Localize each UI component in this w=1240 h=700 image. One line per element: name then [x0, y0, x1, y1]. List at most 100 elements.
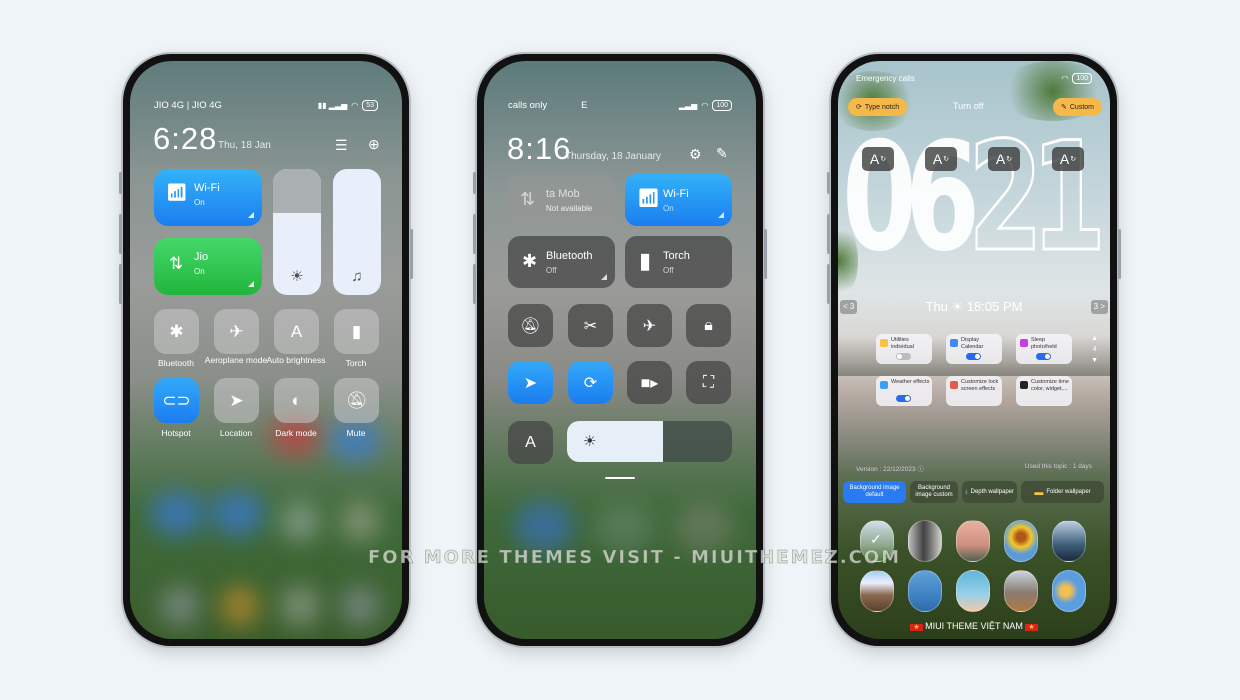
widget-toggle[interactable]	[896, 395, 911, 402]
widget-card[interactable]: Customize time color, widget,...	[1016, 376, 1072, 406]
airplane-icon: ✈	[642, 317, 657, 335]
wifi-state: On	[194, 198, 205, 207]
wallpaper-thumb[interactable]	[956, 570, 990, 612]
widget-toggle[interactable]	[896, 353, 911, 360]
wallpaper-thumb[interactable]	[1004, 520, 1038, 562]
wifi-tile[interactable]: 📶︎ Wi-Fi On	[625, 174, 732, 226]
hotspot-icon: ⊂⊃	[162, 390, 191, 410]
clock-digit: 2	[967, 111, 1044, 285]
auto-brightness-toggle[interactable]: A	[508, 421, 553, 464]
drag-handle[interactable]	[605, 477, 635, 479]
brightness-fill	[567, 421, 663, 462]
scan-toggle[interactable]: ⛶	[686, 361, 731, 404]
turn-off-button[interactable]: Turn off	[953, 101, 984, 111]
expand-icon[interactable]	[248, 281, 254, 287]
wallpaper-thumb[interactable]	[1052, 520, 1086, 562]
wallpaper-thumb[interactable]	[1052, 570, 1086, 612]
lock-toggle[interactable]: 🔒︎	[686, 304, 731, 347]
help-icon: ⓘ	[917, 466, 924, 473]
mute-toggle[interactable]: 🔕︎	[508, 304, 553, 347]
font-style-button[interactable]: A ↻	[925, 147, 957, 171]
wifi-icon: ◠	[1061, 73, 1069, 83]
aeroplane-toggle[interactable]: ✈	[627, 304, 672, 347]
refresh-icon: ⟳	[856, 104, 862, 111]
torch-label: Torch	[345, 358, 367, 368]
location-icon: ➤	[523, 374, 538, 392]
expand-icon[interactable]	[601, 274, 607, 280]
wallpaper-thumb[interactable]	[860, 570, 894, 612]
font-style-button[interactable]: A ↻	[862, 147, 894, 171]
status-bar: calls only E ▂▃▅ ◠ 100	[508, 98, 732, 112]
expand-icon[interactable]	[248, 212, 254, 218]
volume-slider[interactable]: ♫	[333, 169, 381, 295]
chevron-down-icon: ▼	[1091, 357, 1098, 364]
settings-icon[interactable]: ⚙	[689, 146, 702, 163]
refresh-icon: ↻	[1070, 156, 1077, 163]
widget-card[interactable]: Customize lock screen effects	[946, 376, 1002, 406]
download-icon: ⤓	[964, 488, 968, 495]
option-background-default[interactable]: Background image default	[843, 481, 906, 503]
add-icon[interactable]: ⊕	[368, 136, 380, 153]
music-note-icon: ♫	[351, 268, 363, 285]
auto-brightness-toggle[interactable]: A	[274, 309, 319, 354]
check-icon: ✓	[870, 531, 882, 547]
bluetooth-tile[interactable]: ✱ Bluetooth Off	[508, 236, 615, 288]
torch-tile[interactable]: ▮ Torch Off	[625, 236, 732, 288]
torch-toggle[interactable]: ▮	[334, 309, 379, 354]
status-bar: Emergency calls ◠ 100	[856, 71, 1092, 85]
location-toggle[interactable]: ➤	[508, 361, 553, 404]
location-toggle[interactable]: ➤	[214, 378, 259, 423]
hotspot-toggle[interactable]: ⊂⊃	[154, 378, 199, 423]
wallpaper-thumb[interactable]	[908, 520, 942, 562]
brightness-fill	[273, 169, 321, 214]
aeroplane-toggle[interactable]: ✈	[214, 309, 259, 354]
bluetooth-toggle[interactable]: ✱	[154, 309, 199, 354]
bluetooth-state: Off	[546, 266, 557, 275]
widget-card[interactable]: Display Calendar	[946, 334, 1002, 364]
wallpaper-thumb[interactable]	[1004, 570, 1038, 612]
mute-icon: 🔕︎	[345, 390, 368, 410]
option-depth-wallpaper[interactable]: ⤓ Depth wallpaper	[962, 481, 1017, 503]
mobile-data-tile[interactable]: ⇅ Jio On	[154, 238, 262, 295]
bluetooth-label: Bluetooth	[546, 250, 593, 262]
date: Thu, 18 Jan	[218, 140, 271, 151]
wifi-icon: 📶︎	[166, 183, 188, 202]
wifi-label: Wi-Fi	[194, 182, 220, 194]
screenshot-toggle[interactable]: ✂	[568, 304, 613, 347]
widget-toggle[interactable]	[966, 353, 981, 360]
status-bar: JIO 4G | JIO 4G ▮▮ ▂▃▅ ◠ 53	[154, 98, 378, 112]
wallpaper-thumb[interactable]	[956, 520, 990, 562]
expand-icon[interactable]	[718, 212, 724, 218]
wallpaper-thumb[interactable]	[908, 570, 942, 612]
widget-card[interactable]: Sleep photo/held	[1016, 334, 1072, 364]
refresh-icon: ↻	[880, 156, 887, 163]
carrier-label: JIO 4G | JIO 4G	[154, 99, 222, 111]
date: Thursday, 18 January	[565, 151, 661, 162]
lock-icon: 🔒︎	[704, 316, 713, 334]
brightness-slider[interactable]: ☀	[567, 421, 732, 462]
toggle-settings-icon[interactable]: ☰	[335, 137, 348, 154]
battery-icon: 100	[712, 99, 732, 111]
mobile-data-label: ta Mob	[546, 188, 580, 200]
option-folder-wallpaper[interactable]: ▬ Folder wallpaper	[1021, 481, 1104, 503]
mute-toggle[interactable]: 🔕︎	[334, 378, 379, 423]
bluetooth-icon: ✱	[169, 321, 184, 341]
font-style-button[interactable]: A ↻	[988, 147, 1020, 171]
widget-toggle[interactable]	[1036, 353, 1051, 360]
wifi-tile[interactable]: 📶︎ Wi-Fi On	[154, 169, 262, 226]
font-style-button[interactable]: A ↻	[1052, 147, 1084, 171]
mobile-data-tile[interactable]: ⇅ ta Mob Not available	[508, 174, 615, 226]
widget-card[interactable]: Weather effects	[876, 376, 932, 406]
rotation-lock-toggle[interactable]: ⟳	[568, 361, 613, 404]
dark-mode-toggle[interactable]: ◐	[274, 378, 319, 423]
widget-card[interactable]: Utilities individual	[876, 334, 932, 364]
airplane-icon: ✈	[229, 321, 244, 341]
screen-record-toggle[interactable]: ■▸	[627, 361, 672, 404]
brightness-slider[interactable]: ☀	[273, 169, 321, 295]
edit-icon[interactable]: ✎	[716, 145, 728, 162]
mute-label: Mute	[346, 428, 366, 438]
option-background-custom[interactable]: Background image custom	[910, 481, 958, 503]
scroll-control[interactable]: ▲ 4 ▼	[1091, 333, 1098, 366]
video-camera-icon: ■▸	[640, 374, 659, 392]
torch-label: Torch	[663, 250, 690, 262]
